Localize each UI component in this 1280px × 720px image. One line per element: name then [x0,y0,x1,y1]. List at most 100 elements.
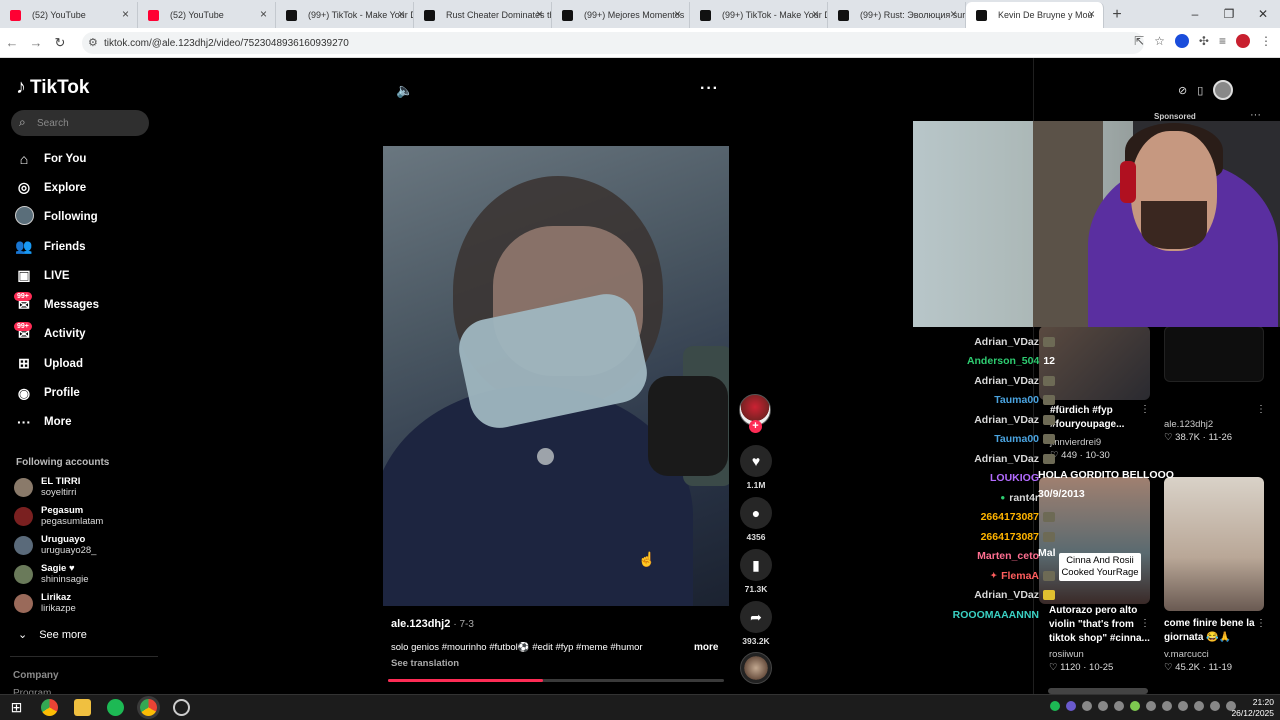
extensions-icon[interactable]: ✣ [1199,34,1209,48]
device-icon[interactable]: ▯ [1197,84,1203,97]
restore-icon[interactable]: ❐ [1212,0,1246,28]
card-author[interactable]: ale.123dhj2 [1164,419,1213,430]
site-info-icon[interactable]: ⚙ [88,36,98,49]
video-author[interactable]: ale.123dhj2 · 7-3 [391,618,474,630]
tray-chevron-icon[interactable] [1114,701,1124,711]
network-icon[interactable] [1194,701,1204,711]
chrome-active-icon[interactable] [140,699,157,716]
sponsored-more-icon[interactable]: ··· [1250,109,1261,121]
close-window-icon[interactable]: ✕ [1246,0,1280,28]
nav-live[interactable]: ▣ LIVE [14,261,154,290]
minimize-icon[interactable]: – [1178,0,1212,28]
profile-avatar-icon[interactable] [1236,34,1250,48]
reload-icon[interactable]: ↻ [48,35,72,51]
chrome-icon[interactable] [41,699,58,716]
like-button[interactable]: ♥ 1.1M [740,445,772,490]
share-button[interactable]: ➦ 393.2K [740,601,772,646]
card-author[interactable]: jinnvierdrei9 [1050,437,1101,448]
close-tab-icon[interactable]: × [536,7,543,21]
new-tab-button[interactable]: + [1104,2,1130,28]
nav-explore[interactable]: ◎ Explore [14,173,154,202]
card-author[interactable]: rosiiwun [1049,649,1084,660]
close-tab-icon[interactable]: × [1088,7,1095,21]
tray-app-icon[interactable] [1082,701,1092,711]
back-icon[interactable]: ← [0,35,24,50]
volume-icon[interactable]: 🔈 [396,82,413,99]
music-disc-icon[interactable] [740,652,772,684]
video-player[interactable] [383,146,729,606]
browser-menu-icon[interactable]: ⋮ [1260,34,1272,48]
close-tab-icon[interactable]: × [398,7,405,21]
tray-app-icon[interactable] [1146,701,1156,711]
windows-start-icon[interactable]: ⊞ [8,699,25,716]
install-app-icon[interactable]: ⇱ [1134,34,1144,48]
card-author[interactable]: v.marcucci [1164,649,1209,660]
forward-icon[interactable]: → [24,35,48,50]
following-account[interactable]: Sagie ♥ shininsagie [14,563,89,585]
nav-messages[interactable]: ✉ 99+ Messages [14,290,154,319]
tray-spotify-icon[interactable] [1050,701,1060,711]
close-tab-icon[interactable]: × [122,7,129,21]
following-account[interactable]: EL TIRRI soyeltirri [14,476,80,498]
browser-tab[interactable]: (99+) TikTok - Make Your D × [276,2,414,28]
tray-app-icon[interactable] [1130,701,1140,711]
nav-upload[interactable]: ⊞ Upload [14,349,154,378]
browser-tab[interactable]: Rust Cheater Dominates th × [414,2,552,28]
following-account[interactable]: Lirikaz lirikazpe [14,592,76,614]
browser-tab-active[interactable]: Kevin De Bruyne y Mou × [966,2,1104,28]
following-account[interactable]: Uruguayo uruguayo28_ [14,534,96,556]
system-clock[interactable]: 21:20 26/12/2025 [1231,697,1274,719]
tray-app-icon[interactable] [1162,701,1172,711]
nav-activity[interactable]: ✉ 99+ Activity [14,320,154,349]
search-input[interactable]: ⌕ Search [11,110,149,136]
video-progress-bar[interactable] [388,679,724,682]
file-explorer-icon[interactable] [74,699,91,716]
see-translation-link[interactable]: See translation [391,658,459,669]
card-more-icon[interactable]: ⋮ [1256,404,1266,415]
video-card-thumbnail[interactable] [1164,477,1264,611]
compass-icon[interactable]: ⊘ [1178,84,1187,97]
browser-tab[interactable]: (99+) TikTok - Make Your D × [690,2,828,28]
following-account[interactable]: Pegasum pegasumlatam [14,505,103,527]
nav-more[interactable]: ··· More [14,408,154,437]
comment-button[interactable]: ● 4356 [740,497,772,542]
spotify-icon[interactable] [107,699,124,716]
obs-icon[interactable] [173,699,190,716]
card-title[interactable]: Autorazo pero alto violin "that's from t… [1049,604,1154,646]
url-field[interactable]: ⚙ tiktok.com/@ale.123dhj2/video/75230489… [82,32,1144,54]
close-tab-icon[interactable]: × [950,7,957,21]
close-tab-icon[interactable]: × [674,7,681,21]
close-tab-icon[interactable]: × [812,7,819,21]
follow-plus-icon[interactable]: + [749,420,762,433]
close-tab-icon[interactable]: × [260,7,267,21]
caption-more-button[interactable]: more [694,642,718,653]
card-more-icon[interactable]: ⋮ [1256,618,1266,629]
company-link[interactable]: Company [13,670,59,681]
media-icon[interactable]: ≡ [1219,34,1226,48]
video-card-thumbnail[interactable] [1039,326,1150,400]
card-title[interactable]: come finire bene la giornata 😂🙏 [1164,617,1264,645]
volume-icon[interactable] [1210,701,1220,711]
nav-friends[interactable]: 👥 Friends [14,232,154,261]
shield-extension-icon[interactable] [1174,34,1189,48]
more-options-icon[interactable]: ··· [700,80,719,98]
browser-tab[interactable]: (99+) Rust: Эволюция sur × [828,2,966,28]
nav-following[interactable]: Following [14,203,154,232]
see-more-button[interactable]: ⌄ See more [18,628,87,642]
nav-profile[interactable]: ◉ Profile [14,378,154,407]
card-title[interactable]: #fürdich #fyp #fouryoupage... [1050,404,1150,432]
save-button[interactable]: ▮ 71.3K [740,549,772,594]
bookmark-star-icon[interactable]: ☆ [1154,34,1165,48]
browser-tab[interactable]: (99+) Mejores Momentos × [552,2,690,28]
tray-app-icon[interactable] [1098,701,1108,711]
user-avatar[interactable] [1213,80,1234,100]
browser-tab[interactable]: (52) YouTube × [138,2,276,28]
card-more-icon[interactable]: ⋮ [1140,618,1150,629]
card-more-icon[interactable]: ⋮ [1140,404,1150,415]
tray-app-icon[interactable] [1178,701,1188,711]
tiktok-logo[interactable]: ♪ TikTok [16,76,89,99]
tray-app-icon[interactable] [1066,701,1076,711]
nav-for-you[interactable]: ⌂ For You [14,144,154,173]
video-card-thumbnail[interactable] [1164,326,1264,382]
browser-tab[interactable]: (52) YouTube × [0,2,138,28]
